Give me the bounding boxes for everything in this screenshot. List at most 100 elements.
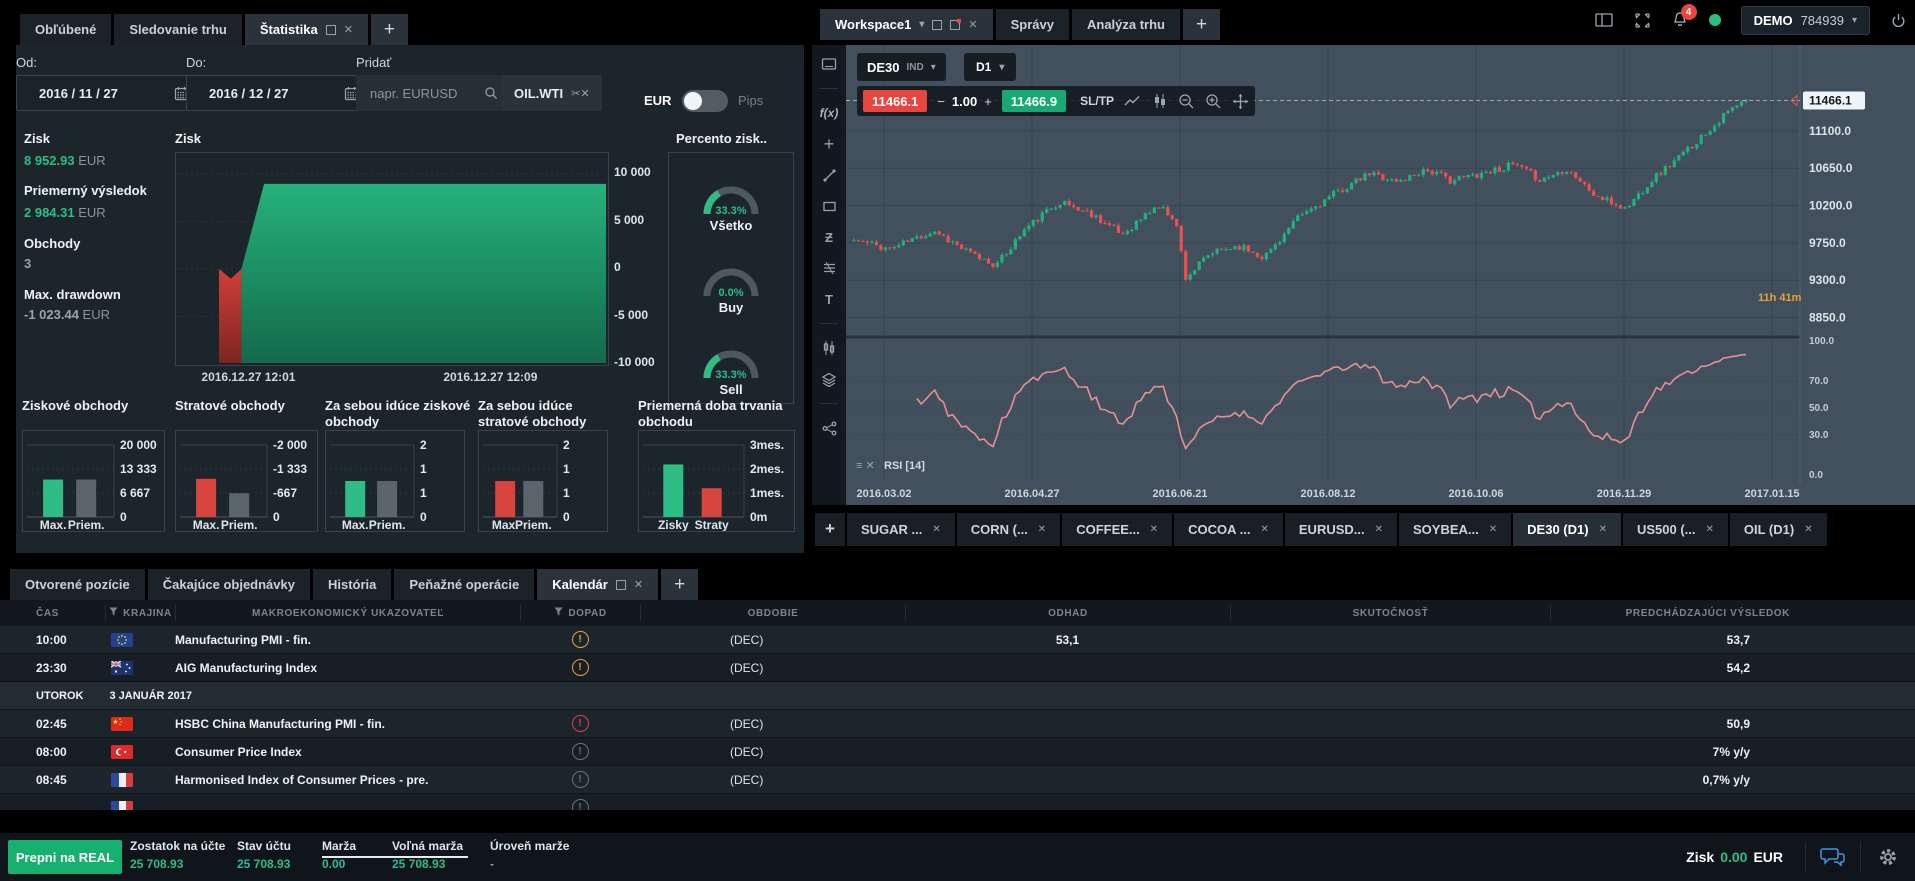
date-from-input[interactable]: 2016 / 11 / 27	[16, 75, 200, 111]
left-tab-1[interactable]: Sledovanie trhu	[114, 14, 242, 45]
settings-button[interactable]	[1861, 833, 1915, 881]
symbol-search-input[interactable]	[368, 85, 484, 102]
volume-value[interactable]: 1.00	[952, 94, 977, 109]
remove-icon[interactable]: ✂✕	[571, 87, 589, 100]
zoom-out-icon[interactable]	[1178, 93, 1195, 110]
calendar-row[interactable]: 02:45HSBC China Manufacturing PMI - fin.…	[0, 710, 1915, 738]
close-icon[interactable]: ✕	[932, 524, 940, 535]
account-selector[interactable]: DEMO 784939 ▾	[1741, 6, 1870, 35]
bottom-tab-3[interactable]: Peňažné operácie	[394, 569, 534, 600]
currency-pips-toggle[interactable]	[682, 90, 728, 112]
fib-tool-icon[interactable]	[819, 259, 839, 277]
bottom-tab-2[interactable]: História	[313, 569, 391, 600]
workspace-tab-2[interactable]: Analýza trhu	[1072, 9, 1180, 40]
calendar-header-0[interactable]: ČAS	[0, 605, 105, 621]
screenshot-tool-icon[interactable]	[819, 55, 839, 73]
instrument-tab-2[interactable]: COFFEE...✕	[1062, 513, 1172, 546]
line-chart-icon[interactable]	[1124, 94, 1142, 108]
notifications-bell-icon[interactable]: 4	[1671, 11, 1689, 29]
filter-icon[interactable]	[109, 607, 118, 619]
close-icon[interactable]: ✕	[634, 578, 643, 591]
instrument-tab-4[interactable]: EURUSD...✕	[1285, 513, 1397, 546]
close-icon[interactable]: ✕	[344, 23, 353, 36]
bottom-tab-0[interactable]: Otvorené pozície	[10, 569, 145, 600]
buy-button[interactable]: 11466.9	[1002, 90, 1066, 112]
left-tab-0[interactable]: Obľúbené	[20, 14, 111, 45]
instrument-tab-5[interactable]: SOYBEA...✕	[1399, 513, 1511, 546]
calendar-row[interactable]: 10:00Manufacturing PMI - fin.!(DEC)53,15…	[0, 626, 1915, 654]
stat-label: Zisk	[24, 131, 50, 146]
workspace-tab-0[interactable]: Workspace1▾✕	[820, 9, 993, 40]
date-to-input[interactable]: 2016 / 12 / 27	[186, 75, 370, 111]
bottom-tab-add-button[interactable]: +	[661, 569, 698, 600]
instrument-tab-0[interactable]: SUGAR ...✕	[847, 513, 955, 546]
calendar-header-6[interactable]: SKUTOČNOSŤ	[1230, 605, 1550, 621]
close-icon[interactable]: ✕	[1706, 524, 1714, 535]
filter-icon[interactable]	[554, 607, 563, 619]
calendar-row[interactable]: 08:00Consumer Price Index!(DEC)7% y/y	[0, 738, 1915, 766]
calendar-row[interactable]: 08:45Harmonised Index of Consumer Prices…	[0, 766, 1915, 794]
timeframe-selector[interactable]: D1 ▾	[964, 53, 1016, 81]
zoom-in-icon[interactable]	[1205, 93, 1222, 110]
chat-button[interactable]	[1806, 833, 1860, 881]
close-icon[interactable]: ✕	[1599, 524, 1607, 535]
account-stat-value: 0.00	[322, 857, 356, 871]
fx-tool-icon[interactable]: f(x)	[819, 104, 839, 122]
close-icon[interactable]: ✕	[1804, 524, 1812, 535]
instrument-tab-3[interactable]: COCOA ...✕	[1174, 513, 1283, 546]
close-icon[interactable]: ✕	[1261, 524, 1269, 535]
volume-plus-button[interactable]: +	[984, 94, 992, 109]
chevron-down-icon: ▾	[999, 62, 1004, 73]
svg-text:Straty: Straty	[695, 518, 729, 531]
profit-area-chart[interactable]	[175, 152, 609, 366]
sell-button[interactable]: 11466.1	[863, 90, 927, 112]
layout-icon[interactable]	[1595, 12, 1614, 28]
candle-chart-icon[interactable]	[1152, 93, 1168, 109]
toggle-knob	[684, 92, 702, 110]
calendar-header-3[interactable]: DOPAD	[520, 605, 640, 621]
candles-tool-icon[interactable]	[819, 339, 839, 357]
sltp-button[interactable]: SL/TP	[1080, 94, 1114, 108]
workspace-tab-1[interactable]: Správy	[996, 9, 1069, 40]
text-tool-icon[interactable]: T	[819, 290, 839, 308]
xstation-app: ObľúbenéSledovanie trhuŠtatistika✕+ Od: …	[0, 0, 1915, 881]
close-icon[interactable]: ✕	[1150, 524, 1158, 535]
instrument-tab-8[interactable]: OIL (D1)✕	[1730, 513, 1827, 546]
instrument-tab-7[interactable]: US500 (...✕	[1623, 513, 1728, 546]
left-tab-add-button[interactable]: +	[371, 14, 408, 45]
instrument-tab-1[interactable]: CORN (...✕	[957, 513, 1060, 546]
pattern-tool-icon[interactable]: Ƶ	[819, 228, 839, 246]
calendar-header-7[interactable]: PREDCHÁDZAJÚCI VÝSLEDOK	[1550, 605, 1915, 621]
close-icon[interactable]: ✕	[1375, 524, 1383, 535]
close-icon[interactable]: ✕	[1038, 524, 1046, 535]
workspace-tab-add-button[interactable]: +	[1183, 9, 1220, 40]
symbol-selector[interactable]: DE30 IND ▾	[857, 53, 946, 81]
crosshair-tool-icon[interactable]: +	[819, 135, 839, 153]
calendar-header-5[interactable]: ODHAD	[905, 605, 1230, 621]
country-flag-icon	[105, 661, 175, 675]
close-icon[interactable]: ✕	[968, 18, 977, 31]
rect-tool-icon[interactable]	[819, 197, 839, 215]
close-icon[interactable]: ✕	[1489, 524, 1497, 535]
calendar-header-2[interactable]: MAKROEKONOMICKÝ UKAZOVATEĽ	[175, 605, 520, 621]
switch-to-real-button[interactable]: Prepni na REAL	[8, 840, 122, 874]
calendar-row[interactable]: 23:30AIG Manufacturing Index!(DEC)54,2	[0, 654, 1915, 682]
fullscreen-icon[interactable]	[1634, 12, 1651, 29]
power-icon[interactable]	[1890, 12, 1907, 29]
mini-chart-1: Stratové obchody-2 000-1 333-6670Max.Pri…	[175, 398, 318, 532]
move-crosshair-icon[interactable]	[1232, 93, 1249, 110]
instrument-tab-6[interactable]: DE30 (D1)✕	[1513, 513, 1621, 546]
calendar-row[interactable]: !	[0, 794, 1915, 810]
line-tool-icon[interactable]	[819, 166, 839, 184]
instrument-add-button[interactable]: +	[815, 513, 845, 546]
y-tick: -5 000	[614, 308, 648, 322]
calendar-header-4[interactable]: OBDOBIE	[640, 605, 905, 621]
volume-minus-button[interactable]: −	[937, 94, 945, 109]
share-tool-icon[interactable]	[819, 419, 839, 437]
layers-tool-icon[interactable]	[819, 370, 839, 388]
symbol-chip[interactable]: OIL.WTI ✂✕	[502, 75, 602, 111]
calendar-header-1[interactable]: KRAJINA	[105, 605, 175, 621]
bottom-tab-1[interactable]: Čakajúce objednávky	[148, 569, 310, 600]
left-tab-2[interactable]: Štatistika✕	[245, 14, 368, 45]
bottom-tab-4[interactable]: Kalendár✕	[537, 569, 658, 600]
